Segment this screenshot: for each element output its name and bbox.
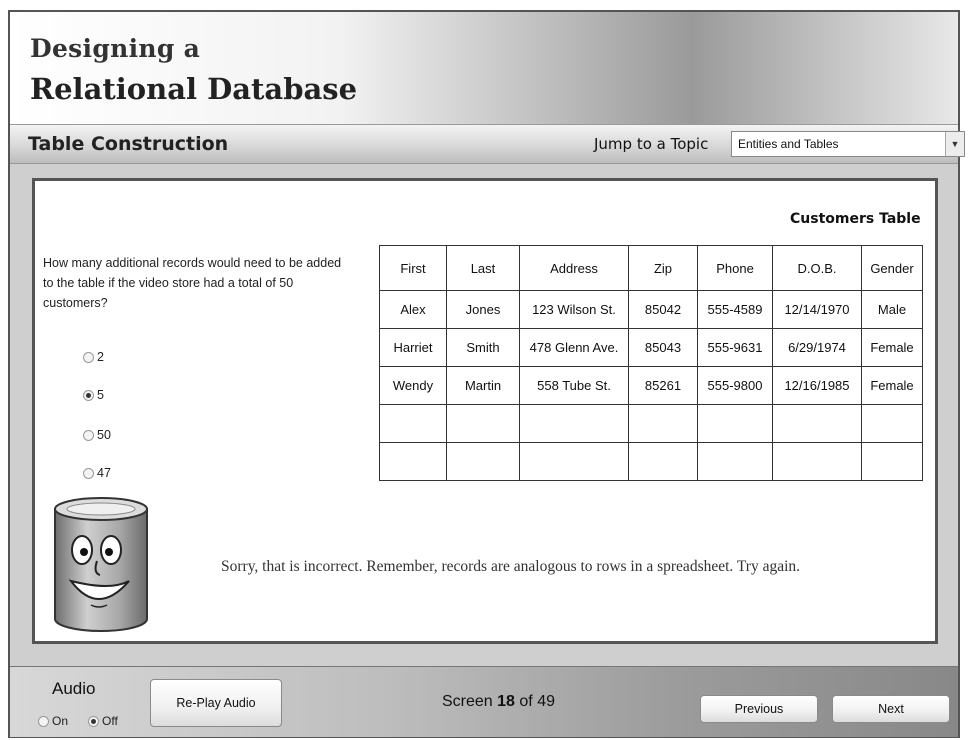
- column-header: Phone: [697, 245, 773, 291]
- section-title: Table Construction: [28, 133, 229, 155]
- app-window: Designing a Relational Database Table Co…: [8, 10, 965, 738]
- audio-off-option[interactable]: Off: [88, 714, 118, 728]
- table-cell: [697, 442, 773, 481]
- jump-to-topic-label: Jump to a Topic: [594, 135, 709, 153]
- chevron-down-icon[interactable]: ▼: [945, 132, 964, 156]
- footer-bar: Audio On Off Re-Play Audio Screen 18 of …: [10, 666, 958, 737]
- radio-button-selected[interactable]: [88, 715, 99, 727]
- table-cell: [697, 404, 773, 443]
- table-cell: 85043: [628, 328, 698, 367]
- table-cell: [772, 404, 862, 443]
- table-row: Harriet Smith 478 Glenn Ave. 85043 555-9…: [379, 328, 923, 367]
- table-cell: Harriet: [379, 328, 447, 367]
- table-cell: 85261: [628, 366, 698, 405]
- screen-of: of: [519, 693, 533, 710]
- topic-dropdown[interactable]: Entities and Tables ▼: [731, 131, 965, 157]
- table-cell: [772, 442, 862, 481]
- table-title: Customers Table: [790, 211, 921, 227]
- question-text: How many additional records would need t…: [43, 256, 342, 310]
- table-cell: [446, 442, 520, 481]
- table-cell: Male: [861, 290, 923, 329]
- table-cell: [861, 404, 923, 443]
- radio-button[interactable]: [83, 429, 94, 441]
- table-cell: Female: [861, 328, 923, 367]
- table-cell: [519, 442, 629, 481]
- answer-option-47[interactable]: 47: [83, 466, 111, 480]
- audio-on-option[interactable]: On: [38, 714, 68, 728]
- audio-off-label: Off: [102, 714, 118, 728]
- table-cell: 555-9800: [697, 366, 773, 405]
- radio-button[interactable]: [38, 715, 49, 727]
- course-title-line2: Relational Database: [30, 72, 358, 106]
- radio-button-selected[interactable]: [83, 389, 94, 401]
- screen-prefix: Screen: [442, 693, 493, 710]
- table-cell: 123 Wilson St.: [519, 290, 629, 329]
- table-cell: Female: [861, 366, 923, 405]
- radio-button[interactable]: [83, 351, 94, 363]
- column-header: Last: [446, 245, 520, 291]
- table-cell: [446, 404, 520, 443]
- table-cell: 12/16/1985: [772, 366, 862, 405]
- table-cell: 555-9631: [697, 328, 773, 367]
- table-cell: Alex: [379, 290, 447, 329]
- table-cell: 85042: [628, 290, 698, 329]
- answer-option-label: 2: [97, 350, 104, 364]
- feedback-message: Sorry, that is incorrect. Remember, reco…: [221, 558, 801, 575]
- table-cell: [861, 442, 923, 481]
- table-cell: Wendy: [379, 366, 447, 405]
- column-header: D.O.B.: [772, 245, 862, 291]
- table-cell: [519, 404, 629, 443]
- answer-option-5[interactable]: 5: [83, 388, 104, 402]
- audio-on-label: On: [52, 714, 69, 728]
- database-mascot-icon: [51, 495, 151, 635]
- column-header: First: [379, 245, 447, 291]
- previous-button[interactable]: Previous: [700, 695, 818, 723]
- replay-audio-button[interactable]: Re-Play Audio: [150, 679, 282, 727]
- table-row-empty: [379, 404, 923, 443]
- answer-option-label: 50: [97, 428, 111, 442]
- screen-current: 18: [497, 693, 515, 710]
- table-cell: [628, 442, 698, 481]
- audio-label: Audio: [52, 679, 96, 698]
- column-header: Zip: [628, 245, 698, 291]
- screen-total: 49: [537, 693, 555, 710]
- answer-option-label: 5: [97, 388, 104, 402]
- table-cell: 12/14/1970: [772, 290, 862, 329]
- table-cell: 558 Tube St.: [519, 366, 629, 405]
- table-cell: 555-4589: [697, 290, 773, 329]
- course-title-line1: Designing a: [30, 34, 201, 63]
- answer-option-2[interactable]: 2: [83, 350, 104, 364]
- table-row-empty: [379, 442, 923, 481]
- table-cell: [628, 404, 698, 443]
- table-cell: [379, 404, 447, 443]
- column-header: Gender: [861, 245, 923, 291]
- customers-table: First Last Address Zip Phone D.O.B. Gend…: [379, 245, 923, 481]
- column-header: Address: [519, 245, 629, 291]
- next-button[interactable]: Next: [832, 695, 950, 723]
- table-row: Wendy Martin 558 Tube St. 85261 555-9800…: [379, 366, 923, 405]
- title-banner: Designing a Relational Database: [10, 12, 958, 124]
- content-panel: How many additional records would need t…: [32, 178, 938, 644]
- radio-button[interactable]: [83, 467, 94, 479]
- table-cell: Martin: [446, 366, 520, 405]
- topic-bar: Table Construction Jump to a Topic Entit…: [10, 124, 965, 164]
- table-header-row: First Last Address Zip Phone D.O.B. Gend…: [379, 245, 923, 291]
- table-cell: 6/29/1974: [772, 328, 862, 367]
- table-cell: Jones: [446, 290, 520, 329]
- table-row: Alex Jones 123 Wilson St. 85042 555-4589…: [379, 290, 923, 329]
- answer-option-50[interactable]: 50: [83, 428, 111, 442]
- screen-counter: Screen 18 of 49: [442, 693, 555, 711]
- table-cell: Smith: [446, 328, 520, 367]
- answer-option-label: 47: [97, 466, 111, 480]
- table-cell: [379, 442, 447, 481]
- table-cell: 478 Glenn Ave.: [519, 328, 629, 367]
- topic-dropdown-value: Entities and Tables: [738, 137, 839, 151]
